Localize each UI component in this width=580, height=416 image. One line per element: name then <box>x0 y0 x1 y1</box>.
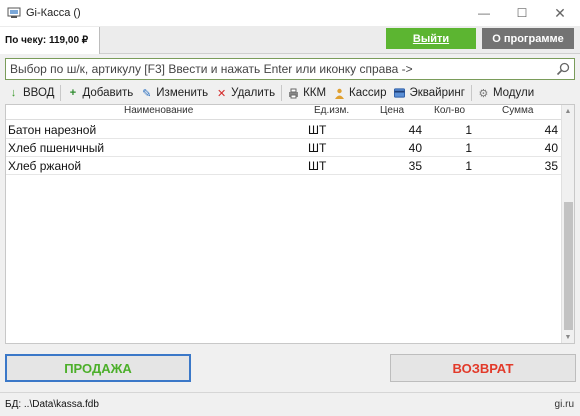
minimize-icon[interactable]: — <box>465 0 503 26</box>
edit-label: Изменить <box>156 87 209 99</box>
plus-icon: + <box>69 87 77 99</box>
pencil-icon: ✎ <box>142 87 152 100</box>
receipt-total: По чеку: 119,00 ₽ <box>0 27 100 54</box>
cell-name: Батон нарезной <box>8 123 97 137</box>
cashier-label: Кассир <box>349 87 387 99</box>
kkm-button[interactable]: ККМ <box>284 83 330 103</box>
modules-label: Модули <box>492 87 535 99</box>
toolbar-divider <box>60 85 62 101</box>
arrow-down-icon: ↓ <box>10 87 17 99</box>
delete-label: Удалить <box>231 87 276 99</box>
return-button[interactable]: ВОЗВРАТ <box>390 354 576 382</box>
cell-name: Хлеб ржаной <box>8 159 82 173</box>
enter-label: ВВОД <box>23 87 55 99</box>
delete-button[interactable]: ✕ Удалить <box>212 83 279 103</box>
scroll-down-icon[interactable]: ▼ <box>562 331 574 343</box>
table-row[interactable]: Хлеб ржаной ШТ 35 1 35 <box>6 157 562 175</box>
cell-name: Хлеб пшеничный <box>8 141 105 155</box>
cell-price: 40 <box>408 141 422 155</box>
cashier-button[interactable]: Кассир <box>330 83 390 103</box>
toolbar-divider <box>281 85 283 101</box>
scrollbar-thumb[interactable] <box>564 202 573 330</box>
modules-button[interactable]: ⚙ Модули <box>474 83 538 103</box>
table-row[interactable]: Батон нарезной ШТ 44 1 44 <box>6 121 562 139</box>
database-path: БД: ..\Data\kassa.fdb <box>5 399 99 410</box>
cell-sum: 40 <box>544 141 558 155</box>
column-header-qty[interactable]: Кол-во <box>434 105 465 116</box>
column-header-unit[interactable]: Ед.изм. <box>314 105 349 116</box>
card-icon <box>394 88 406 99</box>
add-button[interactable]: + Добавить <box>63 83 137 103</box>
window-title: Gi-Касса () <box>26 7 81 19</box>
cell-qty: 1 <box>465 159 472 173</box>
printer-icon <box>288 88 299 99</box>
search-input[interactable] <box>6 59 546 79</box>
column-header-sum[interactable]: Сумма <box>502 105 533 116</box>
cashier-icon <box>334 88 345 99</box>
table-row[interactable]: Хлеб пшеничный ШТ 40 1 40 <box>6 139 562 157</box>
cell-price: 44 <box>408 123 422 137</box>
search-box <box>5 58 575 80</box>
cell-sum: 44 <box>544 123 558 137</box>
cell-unit: ШТ <box>308 159 327 173</box>
scroll-up-icon[interactable]: ▲ <box>562 105 574 117</box>
title-bar: Gi-Касса () — ☐ ✕ <box>0 0 580 26</box>
cell-unit: ШТ <box>308 141 327 155</box>
status-bar: БД: ..\Data\kassa.fdb gi.ru <box>0 392 580 416</box>
kkm-label: ККМ <box>303 87 327 99</box>
column-header-price[interactable]: Цена <box>380 105 404 116</box>
acquiring-button[interactable]: Эквайринг <box>390 83 468 103</box>
maximize-icon[interactable]: ☐ <box>503 0 541 26</box>
toolbar-divider <box>470 85 472 101</box>
gear-icon: ⚙ <box>478 87 489 100</box>
cell-sum: 35 <box>544 159 558 173</box>
cell-qty: 1 <box>465 141 472 155</box>
sale-button[interactable]: ПРОДАЖА <box>5 354 191 382</box>
search-icon[interactable] <box>556 62 570 76</box>
vertical-scrollbar[interactable]: ▲ ▼ <box>561 105 574 343</box>
top-bar: По чеку: 119,00 ₽ Выйти О программе <box>0 26 580 54</box>
cell-qty: 1 <box>465 123 472 137</box>
add-label: Добавить <box>82 87 134 99</box>
table-header: Наименование Ед.изм. Цена Кол-во Сумма <box>6 105 562 120</box>
column-header-name[interactable]: Наименование <box>124 105 193 116</box>
toolbar: ↓ ВВОД + Добавить ✎ Изменить ✕ Удалить К… <box>0 82 580 104</box>
cell-unit: ШТ <box>308 123 327 137</box>
enter-button[interactable]: ↓ ВВОД <box>4 83 58 103</box>
edit-button[interactable]: ✎ Изменить <box>137 83 212 103</box>
delete-icon: ✕ <box>217 87 227 100</box>
about-button[interactable]: О программе <box>482 28 574 49</box>
close-icon[interactable]: ✕ <box>541 0 579 26</box>
receipt-items-table: Наименование Ед.изм. Цена Кол-во Сумма Б… <box>5 104 575 344</box>
exit-button[interactable]: Выйти <box>386 28 476 49</box>
site-link[interactable]: gi.ru <box>555 399 574 410</box>
acquiring-label: Эквайринг <box>409 87 465 99</box>
cell-price: 35 <box>408 159 422 173</box>
app-icon <box>7 7 21 19</box>
